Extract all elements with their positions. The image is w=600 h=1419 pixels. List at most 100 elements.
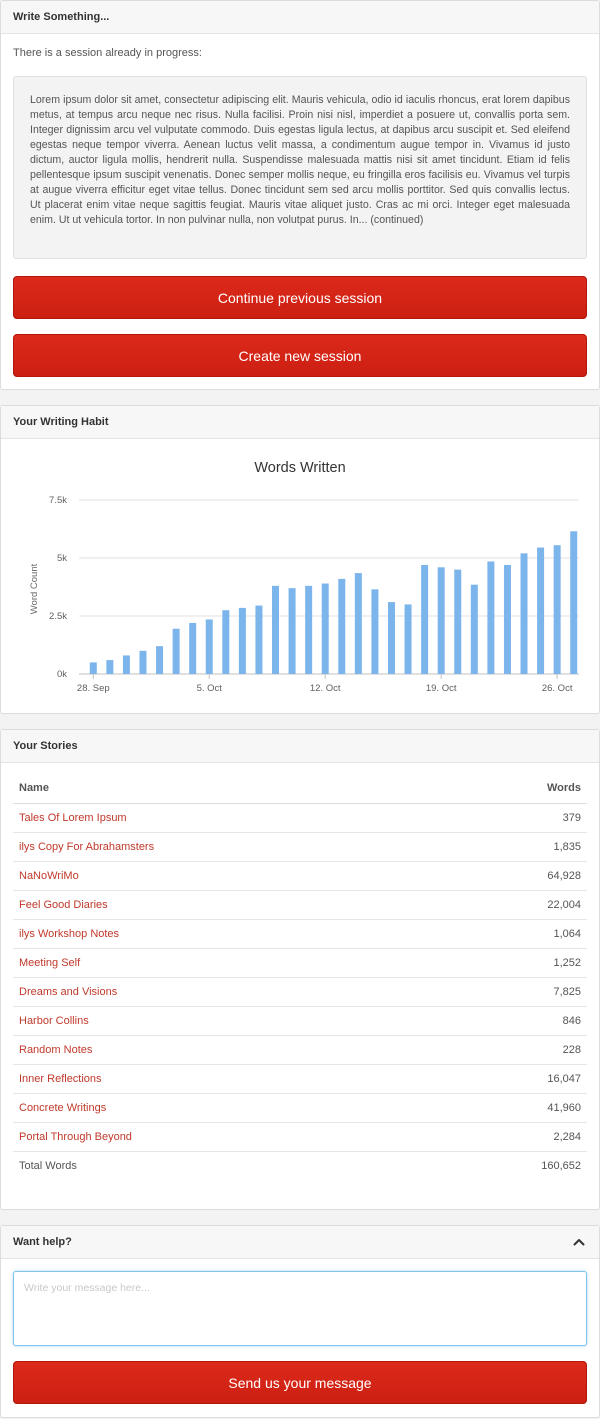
story-link[interactable]: Dreams and Visions [19,986,117,998]
chart-bar [338,578,346,674]
total-row: Total Words 160,652 [13,1151,587,1180]
table-row: Harbor Collins 846 [13,1006,587,1036]
chart-y-tick-label: 0k [57,669,67,680]
table-row: ilys Copy For Abrahamsters 1,835 [13,832,587,862]
story-words: 7,825 [437,977,587,1007]
chart-bar [487,561,495,674]
chart-bar [404,604,412,674]
story-words: 1,064 [437,919,587,949]
write-panel-title: Write Something... [13,11,110,23]
chart-bar [537,547,545,674]
words-written-chart: Words Written Word Count 0k 2.5k 5k 7.5k 28… [29,460,579,694]
chart-x-tick-label: 12. Oct [310,683,341,694]
story-link[interactable]: Inner Reflections [19,1073,102,1085]
chart-bar [189,622,197,674]
chart-y-tick-label: 5k [57,553,67,564]
story-words: 1,835 [437,832,587,862]
story-link[interactable]: Concrete Writings [19,1102,106,1114]
story-name-cell: Concrete Writings [13,1093,438,1123]
story-link[interactable]: ilys Copy For Abrahamsters [19,841,154,853]
story-words: 64,928 [437,861,587,891]
writing-habit-heading: Your Writing Habit [1,406,599,439]
chart-bar [205,619,213,674]
chart-bar [139,650,147,674]
story-words: 846 [437,1006,587,1036]
chart-bar [89,662,97,674]
chart-bar [520,553,528,674]
chart-bar [255,605,263,674]
story-name-cell: Dreams and Visions [13,977,438,1007]
chart-bars [89,531,578,674]
help-message-input[interactable] [13,1271,587,1346]
chart-bar [421,564,429,674]
story-name-cell: ilys Copy For Abrahamsters [13,832,438,862]
session-excerpt: Lorem ipsum dolor sit amet, consectetur … [13,76,587,259]
chart-bar [106,660,114,674]
chart-x-tick-label: 28. Sep [77,683,110,694]
chart-bar [272,585,280,674]
story-words: 22,004 [437,890,587,920]
total-words-value: 160,652 [541,1159,581,1172]
chart-x-ticks: 28. Sep 5. Oct 12. Oct 19. Oct 26. Oct [77,674,573,694]
story-link[interactable]: Random Notes [19,1044,92,1056]
chart-bar [503,564,511,674]
table-row: NaNoWriMo 64,928 [13,861,587,891]
story-name-cell: Tales Of Lorem Ipsum [13,803,438,833]
story-link[interactable]: NaNoWriMo [19,870,79,882]
chart-bar [238,607,246,674]
chart-bar [387,602,395,674]
chart-y-ticks: 0k 2.5k 5k 7.5k [49,495,67,680]
send-message-button[interactable]: Send us your message [13,1361,587,1404]
story-name-cell: ilys Workshop Notes [13,919,438,949]
table-row: Random Notes 228 [13,1035,587,1065]
story-name-cell: Inner Reflections [13,1064,438,1094]
chart-bar [222,610,230,674]
table-row: Tales Of Lorem Ipsum 379 [13,803,587,833]
chart-x-tick-label: 26. Oct [542,683,573,694]
table-row: Feel Good Diaries 22,004 [13,890,587,920]
total-words-label: Total Words [19,1159,77,1172]
chart-bar [371,589,379,674]
story-name-cell: Portal Through Beyond [13,1122,438,1152]
table-row: Concrete Writings 41,960 [13,1093,587,1123]
stories-table: Name Words Tales Of Lorem Ipsum 379 ilys … [13,774,587,1180]
table-row: Portal Through Beyond 2,284 [13,1122,587,1152]
story-link[interactable]: Portal Through Beyond [19,1131,132,1143]
story-name-cell: Random Notes [13,1035,438,1065]
writing-habit-panel: Your Writing Habit Words Written Word Co… [0,405,600,714]
story-link[interactable]: Feel Good Diaries [19,899,108,911]
stories-title: Your Stories [13,740,78,752]
story-name-cell: Feel Good Diaries [13,890,438,920]
story-words: 1,252 [437,948,587,978]
chart-y-tick-label: 2.5k [49,611,67,622]
story-name-cell: NaNoWriMo [13,861,438,891]
story-link[interactable]: Tales Of Lorem Ipsum [19,812,127,824]
chart-bar [156,646,164,674]
story-words: 379 [437,803,587,833]
table-row: Meeting Self 1,252 [13,948,587,978]
story-link[interactable]: Meeting Self [19,957,80,969]
chart-bar [454,569,462,674]
create-session-button[interactable]: Create new session [13,334,587,377]
story-link[interactable]: ilys Workshop Notes [19,928,119,940]
story-name-cell: Meeting Self [13,948,438,978]
chart-bar [321,583,329,674]
session-in-progress-note: There is a session already in progress: [13,47,202,59]
chevron-up-icon[interactable] [571,1234,587,1250]
stories-header-row: Name Words [13,774,587,804]
chart-x-tick-label: 5. Oct [197,683,223,694]
chart-bar [553,545,561,674]
column-header-words: Words [437,774,587,804]
chart-y-tick-label: 7.5k [49,495,67,506]
story-words: 228 [437,1035,587,1065]
story-words: 2,284 [437,1122,587,1152]
story-link[interactable]: Harbor Collins [19,1015,89,1027]
continue-session-button[interactable]: Continue previous session [13,276,587,319]
table-row: Dreams and Visions 7,825 [13,977,587,1007]
chart-bar [172,628,180,674]
help-title: Want help? [13,1236,72,1248]
chart-bar [305,585,313,674]
story-words: 16,047 [437,1064,587,1094]
help-heading[interactable]: Want help? [1,1226,599,1259]
chart-bar [288,588,296,674]
